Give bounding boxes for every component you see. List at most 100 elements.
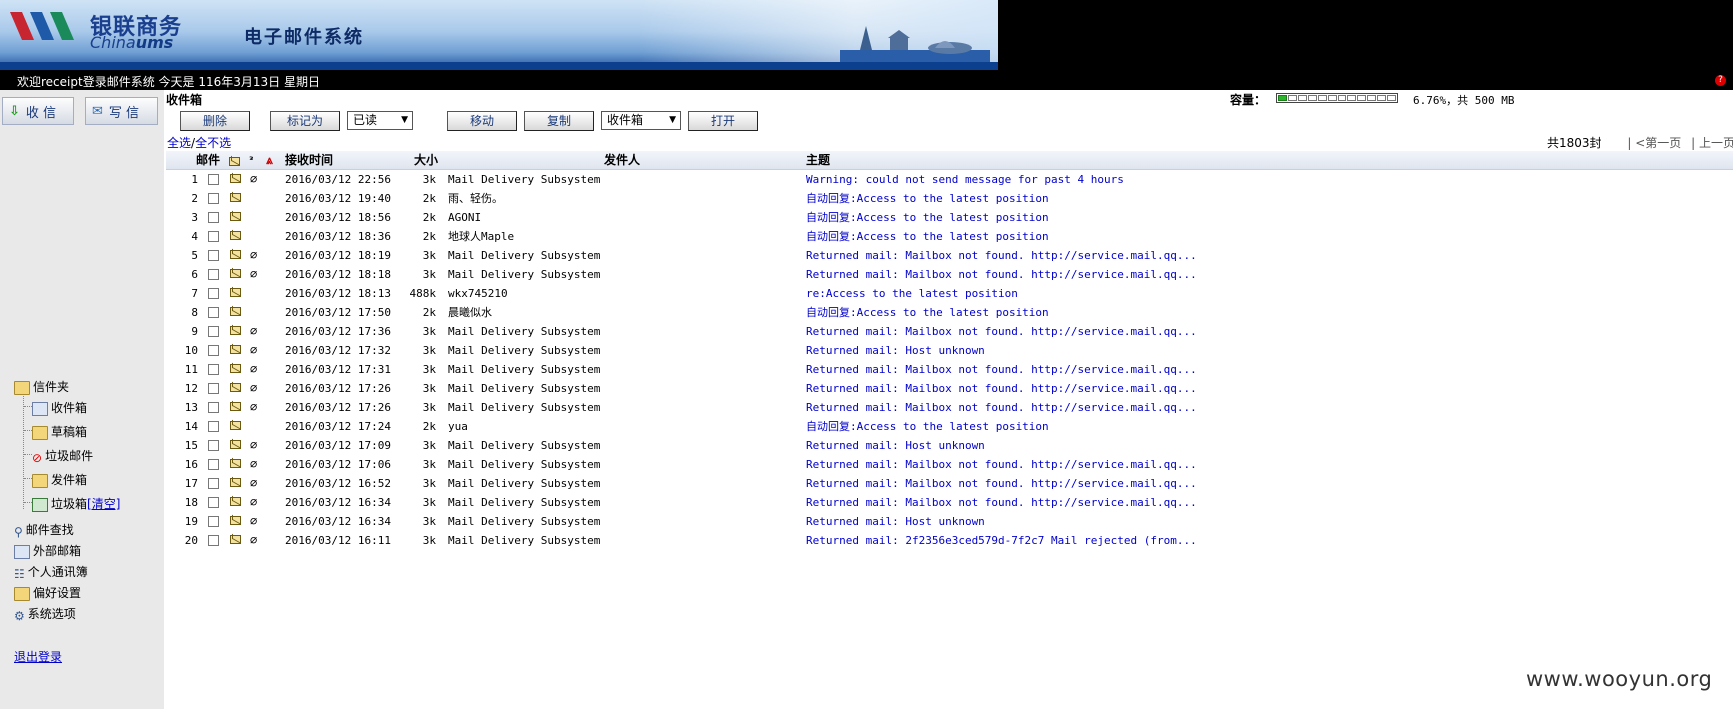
table-row[interactable]: 9 ⌀ 2016/03/12 17:36 3k Mail Delivery Subsys… xyxy=(166,322,1733,341)
subject-link[interactable]: Returned mail: Mailbox not found. http:/… xyxy=(806,398,1197,417)
capacity-text: 6.76%，共 500 MB xyxy=(1413,94,1515,107)
move-button[interactable]: 移动 xyxy=(447,111,517,131)
message-size: 2k xyxy=(422,230,436,243)
sender: Mail Delivery Subsystem xyxy=(448,496,601,509)
message-size: 2k xyxy=(422,192,436,205)
table-row[interactable]: 14 2016/03/12 17:24 2k yua 自动回复:Access to th… xyxy=(166,417,1733,436)
subject-link[interactable]: Returned mail: Mailbox not found. http:/… xyxy=(806,474,1197,493)
dropdown-arrow-icon: ▼ xyxy=(669,115,676,125)
sender: 晨曦似水 xyxy=(448,306,492,319)
capacity-segment xyxy=(1327,95,1337,101)
sender: Mail Delivery Subsystem xyxy=(448,173,601,186)
paperclip-header-icon[interactable]: ᵌ xyxy=(249,152,254,168)
col-sender[interactable]: 发件人 xyxy=(604,152,640,168)
copy-button[interactable]: 复制 xyxy=(524,111,594,131)
table-row[interactable]: 4 2016/03/12 18:36 2k 地球人Maple 自动回复:Access t… xyxy=(166,227,1733,246)
pager: 共1803封 | <第一页 | 上一页 xyxy=(1547,134,1733,151)
target-folder-select[interactable]: 收件箱 ▼ xyxy=(601,111,681,130)
table-row[interactable]: 16 ⌀ 2016/03/12 17:06 3k Mail Delivery Subsy… xyxy=(166,455,1733,474)
sender: Mail Delivery Subsystem xyxy=(448,363,601,376)
open-button[interactable]: 打开 xyxy=(688,111,758,131)
subject-link[interactable]: 自动回复:Access to the latest position xyxy=(806,417,1049,436)
col-subject[interactable]: 主题 xyxy=(806,152,830,168)
envelope-header-icon[interactable] xyxy=(229,154,240,170)
first-page-link[interactable]: <第一页 xyxy=(1635,136,1681,150)
settings-icon: ⚙ xyxy=(14,608,25,623)
capacity-segment xyxy=(1387,95,1397,101)
col-mail[interactable]: 邮件 xyxy=(196,152,220,168)
message-size: 3k xyxy=(422,458,436,471)
prev-page-link[interactable]: 上一页 xyxy=(1699,136,1733,150)
table-row[interactable]: 17 ⌀ 2016/03/12 16:52 3k Mail Delivery Subsy… xyxy=(166,474,1733,493)
message-size: 3k xyxy=(422,401,436,414)
subject-link[interactable]: re:Access to the latest position xyxy=(806,284,1018,303)
sender: Mail Delivery Subsystem xyxy=(448,458,601,471)
capacity-label: 容量： xyxy=(1230,93,1267,107)
table-row[interactable]: 18 ⌀ 2016/03/12 16:34 3k Mail Delivery Subsy… xyxy=(166,493,1733,512)
table-row[interactable]: 19 ⌀ 2016/03/12 16:34 3k Mail Delivery Subsy… xyxy=(166,512,1733,531)
subject-link[interactable]: Returned mail: Mailbox not found. http:/… xyxy=(806,322,1197,341)
select-none-link[interactable]: 全不选 xyxy=(195,136,231,150)
sender: Mail Delivery Subsystem xyxy=(448,439,601,452)
subject-link[interactable]: Returned mail: 2f2356e3ced579d-7f2c7 Mai… xyxy=(806,531,1197,550)
subject-link[interactable]: Returned mail: Host unknown xyxy=(806,512,985,531)
capacity-segment xyxy=(1347,95,1357,101)
top-header: 银联商务 Chinaums 电子邮件系统 欢迎receipt登录邮件系统 今天是… xyxy=(0,0,1733,90)
subject-link[interactable]: Returned mail: Mailbox not found. http:/… xyxy=(806,379,1197,398)
subject-link[interactable]: Returned mail: Mailbox not found. http:/… xyxy=(806,246,1197,265)
table-row[interactable]: 15 ⌀ 2016/03/12 17:09 3k Mail Delivery Subsy… xyxy=(166,436,1733,455)
sender: wkx745210 xyxy=(448,287,508,300)
capacity-segment xyxy=(1377,95,1387,101)
subject-link[interactable]: 自动回复:Access to the latest position xyxy=(806,303,1049,322)
table-row[interactable]: 1 ⌀ 2016/03/12 22:56 3k Mail Delivery Subsys… xyxy=(166,170,1733,189)
subject-link[interactable]: 自动回复:Access to the latest position xyxy=(806,227,1049,246)
table-row[interactable]: 3 2016/03/12 18:56 2k AGONI 自动回复:Access to t… xyxy=(166,208,1733,227)
system-title: 电子邮件系统 xyxy=(244,27,364,48)
receive-button[interactable]: ⇩ 收 信 xyxy=(2,97,74,125)
col-size[interactable]: 大小 xyxy=(414,152,438,168)
col-received-time[interactable]: 接收时间 xyxy=(285,152,333,168)
table-row[interactable]: 11 ⌀ 2016/03/12 17:31 3k Mail Delivery Subsy… xyxy=(166,360,1733,379)
external-mailbox-icon xyxy=(14,544,30,559)
skyline-graphic xyxy=(840,26,990,63)
mark-as-button[interactable]: 标记为 xyxy=(270,111,340,131)
sender: Mail Delivery Subsystem xyxy=(448,515,601,528)
capacity-segment xyxy=(1287,95,1297,101)
subject-link[interactable]: Returned mail: Host unknown xyxy=(806,436,985,455)
subject-link[interactable]: Warning: could not send message for past… xyxy=(806,170,1124,189)
total-count: 共1803封 xyxy=(1547,136,1602,150)
delete-button[interactable]: 删除 xyxy=(180,111,250,131)
subject-link[interactable]: 自动回复:Access to the latest position xyxy=(806,208,1049,227)
message-size: 3k xyxy=(422,249,436,262)
compose-icon: ✉ xyxy=(92,103,103,119)
table-row[interactable]: 6 ⌀ 2016/03/12 18:18 3k Mail Delivery Subsys… xyxy=(166,265,1733,284)
compose-button[interactable]: ✉ 写 信 xyxy=(85,97,158,125)
message-size: 3k xyxy=(422,344,436,357)
table-row[interactable]: 2 2016/03/12 19:40 2k 雨、轻伤。 自动回复:Access to t… xyxy=(166,189,1733,208)
subject-link[interactable]: Returned mail: Mailbox not found. http:/… xyxy=(806,265,1197,284)
message-size: 3k xyxy=(422,173,436,186)
subject-link[interactable]: Returned mail: Mailbox not found. http:/… xyxy=(806,493,1197,512)
logout-link[interactable]: 退出登录 xyxy=(14,648,62,665)
subject-link[interactable]: Returned mail: Host unknown xyxy=(806,341,985,360)
watermark: www.wooyun.org xyxy=(1526,667,1713,691)
help-icon[interactable]: ? xyxy=(1715,75,1726,86)
priority-icon[interactable]: ⩓ xyxy=(266,152,273,168)
magnifier-icon: ⚲ xyxy=(14,524,23,539)
table-row[interactable]: 13 ⌀ 2016/03/12 17:26 3k Mail Delivery Subsy… xyxy=(166,398,1733,417)
table-row[interactable]: 7 2016/03/12 18:13 488k wkx745210 re:Access … xyxy=(166,284,1733,303)
mark-select[interactable]: 已读 ▼ xyxy=(347,111,413,130)
trash-clear-link[interactable]: [清空] xyxy=(87,497,120,511)
sender: Mail Delivery Subsystem xyxy=(448,477,601,490)
table-row[interactable]: 8 2016/03/12 17:50 2k 晨曦似水 自动回复:Access to th… xyxy=(166,303,1733,322)
table-row[interactable]: 12 ⌀ 2016/03/12 17:26 3k Mail Delivery Subsy… xyxy=(166,379,1733,398)
table-row[interactable]: 10 ⌀ 2016/03/12 17:32 3k Mail Delivery Subsy… xyxy=(166,341,1733,360)
table-row[interactable]: 5 ⌀ 2016/03/12 18:19 3k Mail Delivery Subsys… xyxy=(166,246,1733,265)
subject-link[interactable]: Returned mail: Mailbox not found. http:/… xyxy=(806,360,1197,379)
subject-link[interactable]: Returned mail: Mailbox not found. http:/… xyxy=(806,455,1197,474)
sender: Mail Delivery Subsystem xyxy=(448,249,601,262)
select-all-link[interactable]: 全选 xyxy=(167,136,191,150)
capacity-segment xyxy=(1367,95,1377,101)
subject-link[interactable]: 自动回复:Access to the latest position xyxy=(806,189,1049,208)
table-row[interactable]: 20 ⌀ 2016/03/12 16:11 3k Mail Delivery Subsy… xyxy=(166,531,1733,550)
